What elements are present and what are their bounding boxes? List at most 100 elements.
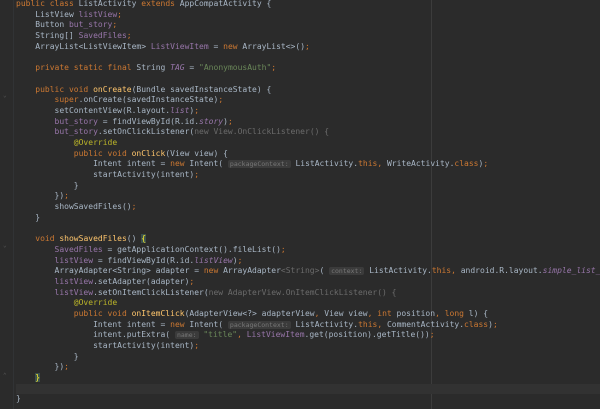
code-token: ; [112,20,118,30]
fold-marker-icon[interactable]: ⌄ [3,93,8,99]
code-token: setContentView(R.layout. [16,105,171,115]
code-token: "AnonymousAuth" [199,63,272,73]
code-line[interactable]: SavedFiles = getApplicationContext().fil… [16,245,600,256]
code-token: } [16,394,21,404]
code-token: } [16,212,41,222]
code-line[interactable]: but_story.setOnClickListener(new View.On… [16,127,600,138]
code-token: String[] [16,31,79,41]
code-token: listView [54,287,94,297]
code-token: ; [492,319,498,329]
code-line[interactable]: showSavedFiles(); [16,202,600,213]
code-token: = getApplicationContext().fileList() [107,244,281,254]
code-token: Intent( [189,319,228,329]
code-token: "title" [203,330,238,340]
code-token: = [213,41,224,51]
code-line[interactable]: ListView listView; [16,10,600,21]
code-token: ( [319,266,330,276]
code-line[interactable]: Intent intent = new Intent( packageConte… [16,159,600,170]
code-line[interactable]: }); [16,191,600,202]
code-line[interactable]: Button but_story; [16,20,600,31]
code-token: , [435,308,445,318]
code-line[interactable]: } [16,352,600,363]
code-token: long [444,308,469,318]
code-token: (AdapterView<?> adapterView [184,308,315,318]
inlay-hint: name: [174,331,199,340]
code-token: ListActivity [78,0,142,8]
code-token: = [189,63,200,73]
code-token: class [454,159,479,169]
code-token: ListViewItem [246,330,305,340]
code-token: new [223,41,243,51]
code-line[interactable]: super.onCreate(savedInstanceState); [16,95,600,106]
code-line[interactable]: public void onCreate(Bundle savedInstanc… [16,85,600,96]
code-token: onCreate [93,84,132,94]
code-token: ; [429,330,435,340]
code-token: }) [16,191,65,201]
code-line[interactable]: private static final String TAG = "Anony… [16,63,600,74]
code-token: extends [141,0,180,8]
code-line[interactable] [16,52,600,63]
code-line[interactable]: setContentView(R.layout.list); [16,106,600,117]
code-token: public void [73,308,132,318]
code-line[interactable]: } [16,373,600,384]
code-token: <String> [280,266,320,276]
code-line[interactable]: intent.putExtra( name: "title", ListView… [16,330,600,341]
code-line[interactable]: public void onItemClick(AdapterView<?> a… [16,309,600,320]
code-token: @Override [73,137,118,147]
code-token: ArrayList<ListViewItem> [16,41,151,51]
code-line[interactable]: public class ListActivity extends AppCom… [16,0,600,10]
code-token: ; [64,362,69,372]
code-line[interactable]: } [16,213,600,224]
code-area[interactable]: public class ListActivity extends AppCom… [16,0,600,405]
fold-marker-icon[interactable]: ⌄ [3,243,8,249]
code-token: void [35,234,60,244]
code-editor[interactable]: ⌄ ⌄ ⌃ public class ListActivity extends … [0,0,600,409]
code-line[interactable]: ArrayList<ListViewItem> ListViewItem = n… [16,42,600,53]
code-line[interactable]: @Override [16,138,600,149]
code-line[interactable] [16,74,600,85]
code-token: new [203,266,224,276]
code-token: listView [54,255,98,265]
code-token: ListViewItem [150,41,214,51]
code-token: onClick [131,148,166,158]
code-line[interactable]: listView.setOnItemClickListener(new Adap… [16,288,600,299]
code-line[interactable] [16,383,600,395]
code-line[interactable]: startActivity(intent); [16,341,600,352]
editor-gutter: ⌄ ⌄ ⌃ [0,0,14,409]
code-line[interactable]: String[] SavedFiles; [16,31,600,42]
code-line[interactable]: but_story = findViewById(R.id.story); [16,117,600,128]
code-line[interactable]: } [16,394,600,405]
code-line[interactable]: ArrayAdapter<String> adapter = new Array… [16,266,600,277]
fold-marker-icon[interactable]: ⌃ [3,373,8,379]
code-token: simple_list_item_1 [542,266,600,276]
code-line[interactable]: }); [16,362,600,373]
code-token: ArrayAdapter<String> adapter = [16,266,204,276]
code-line[interactable]: @Override [16,298,600,309]
code-token: Intent intent = [16,159,171,169]
code-line[interactable]: Intent intent = new Intent( packageConte… [16,320,600,331]
code-line[interactable]: startActivity(intent); [16,170,600,181]
code-token: WriteActivity. [386,159,455,169]
code-token: int [377,308,397,318]
code-token: intent.putExtra( [16,330,175,340]
code-token: @Override [73,298,118,308]
code-line[interactable]: } [16,181,600,192]
code-token: this, [431,266,461,276]
code-token: position [396,308,436,318]
code-token: ; [483,159,489,169]
code-line[interactable]: public void onClick(View view) { [16,149,600,160]
code-token: ; [194,105,200,115]
code-token: .onCreate(savedInstanceState) [78,95,219,105]
code-line[interactable] [16,223,600,234]
code-line[interactable]: void showSavedFiles() { [16,234,600,245]
code-line[interactable]: listView = findViewById(R.id.listView); [16,256,600,267]
code-line[interactable]: listView.setAdapter(adapter); [16,277,600,288]
code-token: ; [189,276,195,286]
